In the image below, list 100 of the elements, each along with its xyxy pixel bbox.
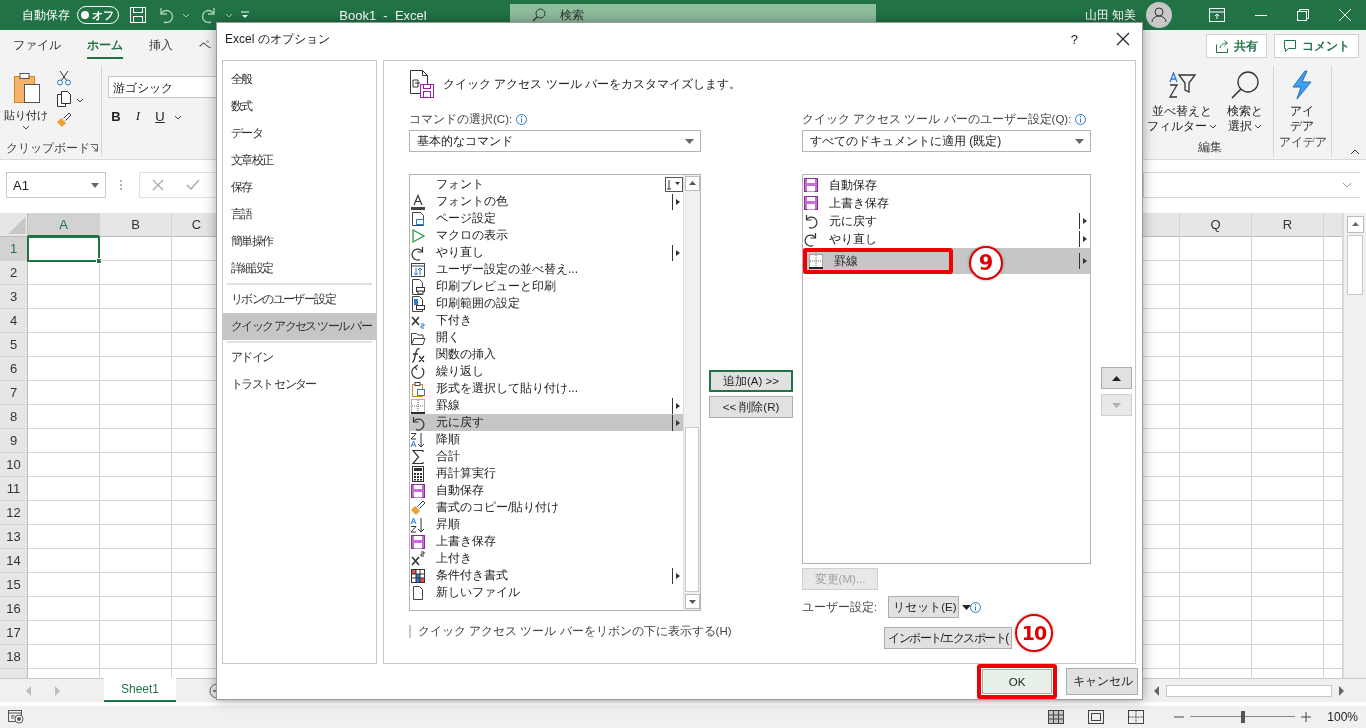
ribbon-display-icon[interactable] xyxy=(1209,8,1225,22)
checkbox-label[interactable]: クイック アクセス ツール バーをリボンの下に表示する(H) xyxy=(418,624,732,639)
list-item[interactable]: 自動保存 xyxy=(803,176,1090,194)
info-icon[interactable] xyxy=(516,113,528,125)
scroll-up-icon[interactable] xyxy=(685,176,700,191)
nav-item[interactable]: アドイン xyxy=(223,344,376,371)
list-item[interactable]: 条件付き書式 xyxy=(410,567,683,584)
redo-icon[interactable] xyxy=(200,6,218,24)
format-button[interactable]: U xyxy=(152,106,168,126)
page-break-view-icon[interactable] xyxy=(1128,710,1145,724)
help-button[interactable]: ? xyxy=(1066,31,1082,47)
list-item[interactable]: 印刷プレビューと印刷 xyxy=(410,278,683,295)
comment-button[interactable]: コメント xyxy=(1274,34,1359,58)
scroll-up-icon[interactable] xyxy=(1347,216,1364,233)
nav-item[interactable]: 文章校正 xyxy=(223,147,376,174)
column-header[interactable]: Q xyxy=(1180,213,1251,237)
list-item[interactable]: 昇順 xyxy=(410,516,683,533)
list-item[interactable]: 罫線 xyxy=(410,397,683,414)
ok-button[interactable]: OK xyxy=(982,669,1052,694)
nav-item[interactable]: 詳細設定 xyxy=(223,255,376,282)
paste-button[interactable]: 貼り付け xyxy=(6,66,46,139)
nav-item[interactable]: 保存 xyxy=(223,174,376,201)
list-item[interactable]: 開く xyxy=(410,329,683,346)
row-header[interactable]: 11 xyxy=(0,477,27,501)
list-item[interactable]: 元に戻す xyxy=(803,212,1090,230)
list-item[interactable]: ページ設定 xyxy=(410,210,683,227)
row-header[interactable]: 17 xyxy=(0,621,27,645)
scroll-thumb[interactable] xyxy=(1347,235,1363,295)
dropdown[interactable]: すべてのドキュメントに適用 (既定) xyxy=(802,130,1091,152)
list-item[interactable]: 元に戻す xyxy=(410,414,683,431)
row-header[interactable]: 18 xyxy=(0,645,27,669)
ribbon-tab[interactable]: ペ xyxy=(199,33,211,59)
find-select-button[interactable]: 検索と 選択 xyxy=(1217,66,1273,139)
page-layout-view-icon[interactable] xyxy=(1088,710,1105,724)
vertical-scrollbar[interactable] xyxy=(1343,213,1366,678)
list-item[interactable]: 形式を選択して貼り付け... xyxy=(410,380,683,397)
ribbon-tab[interactable]: ファイル xyxy=(13,33,61,59)
row-header[interactable]: 6 xyxy=(0,357,27,381)
list-item[interactable]: 繰り返し xyxy=(410,363,683,380)
list-item[interactable]: 上書き保存 xyxy=(803,194,1090,212)
share-button[interactable]: 共有 xyxy=(1206,34,1267,58)
customize-icon[interactable] xyxy=(240,11,250,19)
copy-icon[interactable] xyxy=(56,91,72,107)
macro-record-icon[interactable] xyxy=(8,710,24,724)
paintbrush-icon[interactable] xyxy=(56,112,72,128)
dropdown[interactable]: 基本的なコマンド xyxy=(409,130,701,152)
nav-item[interactable]: 言語 xyxy=(223,201,376,228)
column-header[interactable]: R xyxy=(1252,213,1323,237)
format-button[interactable]: I xyxy=(130,106,146,126)
row-header[interactable]: 10 xyxy=(0,453,27,477)
add-button[interactable]: 追加(A) >> xyxy=(709,370,793,392)
undo-icon[interactable] xyxy=(157,6,175,24)
cancel-button[interactable]: キャンセル xyxy=(1066,668,1138,695)
list-item[interactable]: 自動保存 xyxy=(410,482,683,499)
row-header[interactable]: 12 xyxy=(0,501,27,525)
list-item[interactable]: 関数の挿入 xyxy=(410,346,683,363)
formula-field[interactable] xyxy=(1143,172,1360,198)
list-item[interactable]: フォント xyxy=(410,176,683,193)
move-up-button[interactable] xyxy=(1101,367,1132,389)
row-header[interactable]: 2 xyxy=(0,261,27,285)
zoom-in-icon[interactable] xyxy=(1301,712,1312,722)
format-button[interactable]: B xyxy=(108,106,124,126)
list-item[interactable]: 下付き xyxy=(410,312,683,329)
row-header[interactable]: 7 xyxy=(0,381,27,405)
list-item[interactable]: フォントの色 xyxy=(410,193,683,210)
column-header[interactable]: B xyxy=(100,213,171,237)
list-item[interactable]: 印刷範囲の設定 xyxy=(410,295,683,312)
check-icon[interactable] xyxy=(186,179,200,191)
expand-icon[interactable] xyxy=(1342,182,1352,188)
ideas-button[interactable]: アイ デア xyxy=(1274,66,1330,134)
row-header[interactable]: 4 xyxy=(0,309,27,333)
normal-view-icon[interactable] xyxy=(1048,710,1065,724)
close-icon[interactable] xyxy=(1116,32,1130,46)
list-item[interactable]: 新しいファイル xyxy=(410,584,683,601)
ribbon-tab[interactable]: 挿入 xyxy=(149,33,173,59)
horizontal-scrollbar[interactable] xyxy=(1154,682,1344,699)
list-scrollbar[interactable] xyxy=(683,175,700,610)
name-box[interactable]: A1 xyxy=(6,172,106,198)
list-item[interactable]: 上書き保存 xyxy=(410,533,683,550)
nav-item[interactable]: クイック アクセス ツール バー xyxy=(223,313,376,340)
row-header[interactable]: 14 xyxy=(0,549,27,573)
column-header[interactable]: A xyxy=(28,213,99,237)
collapse-ribbon-icon[interactable] xyxy=(1350,149,1360,155)
import-export-button[interactable]: インポート/エクスポート( xyxy=(884,627,1012,649)
list-item[interactable]: マクロの表示 xyxy=(410,227,683,244)
sheet-tab[interactable]: Sheet1 xyxy=(104,678,176,702)
info-icon[interactable] xyxy=(970,601,982,613)
sort-filter-button[interactable]: 並べ替えと フィルター xyxy=(1146,66,1218,139)
list-item[interactable]: 書式のコピー/貼り付け xyxy=(410,499,683,516)
row-header[interactable]: 8 xyxy=(0,405,27,429)
nav-item[interactable]: リボンのユーザー設定 xyxy=(223,286,376,313)
row-header[interactable]: 15 xyxy=(0,573,27,597)
zoom-level[interactable]: 100% xyxy=(1327,710,1358,724)
caret-icon[interactable] xyxy=(174,114,182,120)
list-item[interactable]: 上付き xyxy=(410,550,683,567)
save-icon[interactable] xyxy=(129,6,147,24)
scroll-down-icon[interactable] xyxy=(685,594,700,609)
list-item[interactable]: 再計算実行 xyxy=(410,465,683,482)
cut-icon[interactable] xyxy=(56,70,72,86)
row-header[interactable]: 1 xyxy=(0,237,27,261)
